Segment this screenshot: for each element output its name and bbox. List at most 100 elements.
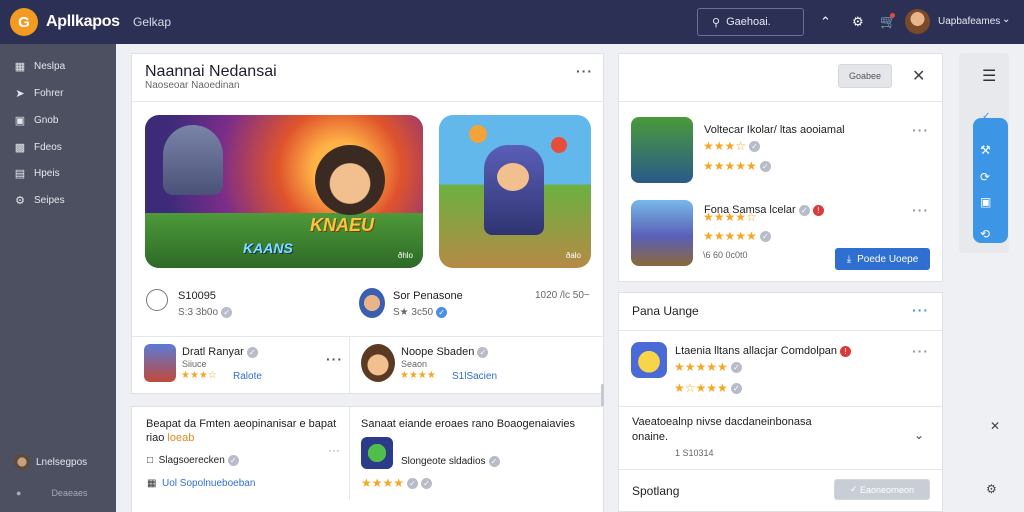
more-icon[interactable]: ··· [912,122,929,138]
folder-icon: ▦ [147,478,157,489]
verified-icon: ✓ [221,307,233,318]
news-title[interactable]: Beapat da Fmten aeopinanisar e bapat [146,418,336,430]
chevron-up-icon[interactable]: ⌃ [820,14,831,30]
chart-icon: ▤ [14,168,26,180]
sidebar-footer-link[interactable]: Deaeaes [51,488,87,498]
game-icon[interactable] [359,288,385,318]
stat-value: Sor Penasone [393,290,463,302]
install-button[interactable]: ⤓ Poede Uoepe [835,248,930,270]
banner-logo-secondary: KAANS [243,240,293,256]
stat-sub-text: S:3 3b0o [178,307,219,319]
more-icon[interactable]: ··· [576,63,593,79]
close-icon[interactable]: ✕ [990,419,1000,433]
game-link[interactable]: Ralote [233,371,262,382]
more-icon[interactable]: ··· [912,343,929,359]
sidebar-item-label: Gnob [34,115,59,126]
pana-item-title[interactable]: Ltaenia lltans allacjar Comdolpan! [675,345,852,357]
sidebar-item-3[interactable]: ▩ Fdeos [14,141,62,154]
filter-button[interactable]: Goabee [838,64,892,88]
divider [619,330,942,331]
game-icon[interactable] [361,344,395,382]
wolf-character-image [163,125,223,195]
sidebar-item-5[interactable]: ⚙ Seipes [14,194,65,207]
game-link[interactable]: S1lSacien [452,371,497,382]
top-bar: G Apllkapos Gelkap ⚲ Gaehoai. ⌃ ⚙ 🛒 Uapb… [0,0,1024,44]
avatar[interactable] [905,9,930,34]
sidebar-item-label: Seipes [34,195,65,206]
stat-sub-text: S★ 3c50 [393,307,434,319]
chevron-down-icon[interactable]: ⌄ [1002,14,1010,25]
bell-icon[interactable]: ⚙ [852,14,864,30]
game-icon[interactable] [631,117,693,183]
user-name[interactable]: Uapbafeames [938,16,1000,27]
news-title-line2[interactable]: riao loeab [146,432,194,444]
refresh-icon[interactable]: ⟳ [980,170,990,184]
news-item[interactable]: □ Slagsoerecken ✓ [147,455,239,466]
sidebar-user[interactable]: Lnelsegpos [14,454,87,470]
divider [619,101,942,102]
game-icon[interactable] [144,344,176,382]
divider [619,406,942,407]
wrench-icon[interactable]: ⚒ [980,143,991,157]
game-icon[interactable] [631,200,693,266]
game-icon[interactable] [631,342,667,378]
price-line: \6 60 0c0t0 [703,250,748,260]
verified-icon: ✓ [227,455,239,466]
menu-icon[interactable]: ☰ [982,66,996,86]
verified-icon: ✓ [421,478,433,490]
section-title: Pana Uange [632,304,699,318]
verified-icon: ✓ [436,307,448,318]
more-icon[interactable]: ··· [912,302,929,318]
footer-button-label: Eaoneorneon [860,484,915,495]
game-icon[interactable] [361,437,393,469]
more-icon[interactable]: ··· [912,202,929,218]
more-icon[interactable]: ··· [326,351,343,367]
news-item-text: Slongeote sldadios [401,456,486,468]
app-name[interactable]: Apllkapos [46,13,120,31]
sidebar-item-label: Hpeis [34,168,60,179]
search-box[interactable]: ⚲ Gaehoai. [697,8,804,36]
game-sub: Siiuce [182,359,207,369]
top-nav-link[interactable]: Gelkap [133,15,171,29]
gear-icon: ⚙ [15,195,25,207]
featured-banner-2[interactable]: ðalo [439,115,591,268]
shield-icon[interactable]: ▣ [980,195,991,209]
sidebar-item-0[interactable]: ▦ Neslpa [14,60,65,73]
rating-stars-text: ★☆★★★ [674,381,728,395]
fruit-decoration [469,125,487,143]
verified-icon: ✓ [730,362,742,374]
news-title-highlight: loeab [167,432,195,444]
chevron-down-icon[interactable]: ⌄ [914,428,924,442]
pana-item-title-text: Ltaenia lltans allacjar Comdolpan [675,345,838,357]
settings-icon[interactable]: ⚙ [986,482,997,496]
calendar-icon: □ [147,455,154,467]
close-icon[interactable]: ✕ [912,66,925,86]
divider [619,469,942,470]
install-button-label: Poede Uoepe [857,253,919,265]
news-title[interactable]: Sanaat eiande eroaes rano Boaogenaiavies [361,418,575,430]
news-item[interactable]: Slongeote sldadios ✓ [401,456,500,467]
faq-sub: 1 S10314 [675,448,714,458]
more-icon[interactable]: ··· [328,443,340,457]
rating-stars: ★★★☆ [181,370,217,381]
news-link[interactable]: ▦ Uol Sopolnueboeban [147,478,255,489]
sidebar-item-4[interactable]: ▤ Hpeis [14,167,60,180]
game-icon[interactable] [146,289,168,311]
stat-right: 1020 /lc 50~ [535,290,590,301]
sidebar: ▦ Neslpa ➤ Fohrer ▣ Gnob ▩ Fdeos ▤ Hpeis ⚙ Sei… [0,44,116,512]
rail-toolbar [973,118,1008,243]
sidebar-item-1[interactable]: ➤ Fohrer [14,87,63,100]
footer-button[interactable]: ✓ Eaoneorneon [834,479,930,500]
info-icon[interactable]: ● [16,488,21,498]
sync-icon[interactable]: ⟲ [980,227,990,241]
rec-title[interactable]: Voltecar Ikolar/ ltas aooiamal [704,124,845,136]
sidebar-user-name: Lnelsegpos [36,456,88,468]
rating-stars: ★☆★★★ ✓ [674,381,742,395]
featured-banner-1[interactable]: KNAEU KAANS ðhlo [145,115,423,268]
sidebar-item-2[interactable]: ▣ Gnob [14,114,59,127]
faq-question[interactable]: Vaeatoealnp nivse dacdaneinbonasa [632,416,812,428]
game-title[interactable]: Dratl Ranyar ✓ [182,346,258,358]
app-logo[interactable]: G [10,8,38,36]
sidebar-footer: ● Deaeaes [16,488,87,498]
game-title[interactable]: Noope Sbaden ✓ [401,346,489,358]
